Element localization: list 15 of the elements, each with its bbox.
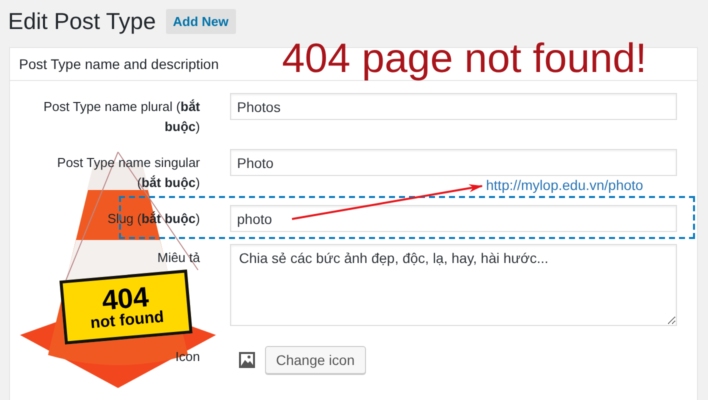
image-icon: [238, 351, 256, 369]
add-new-button[interactable]: Add New: [166, 9, 236, 34]
field-label: Post Type name singular (bắt buộc): [56, 154, 201, 192]
annotation-headline: 404 page not found!: [282, 34, 647, 82]
annotation-url: http://mylop.edu.vn/photo: [486, 177, 644, 193]
field-label: Miêu tả: [156, 249, 201, 267]
sign-text: not found: [90, 310, 165, 332]
description-field[interactable]: Chia sẻ các bức ảnh đẹp, độc, lạ, hay, hài hước...: [230, 244, 677, 326]
text-field[interactable]: photo: [230, 205, 677, 232]
field-label: Icon: [174, 348, 201, 366]
page-title: Edit Post Type: [8, 8, 156, 35]
field-label: Post Type name plural (bắt buộc): [42, 98, 201, 136]
change-icon-button[interactable]: Change icon: [265, 346, 366, 374]
text-field[interactable]: Photo: [230, 149, 677, 176]
text-field[interactable]: Photos: [230, 93, 677, 120]
